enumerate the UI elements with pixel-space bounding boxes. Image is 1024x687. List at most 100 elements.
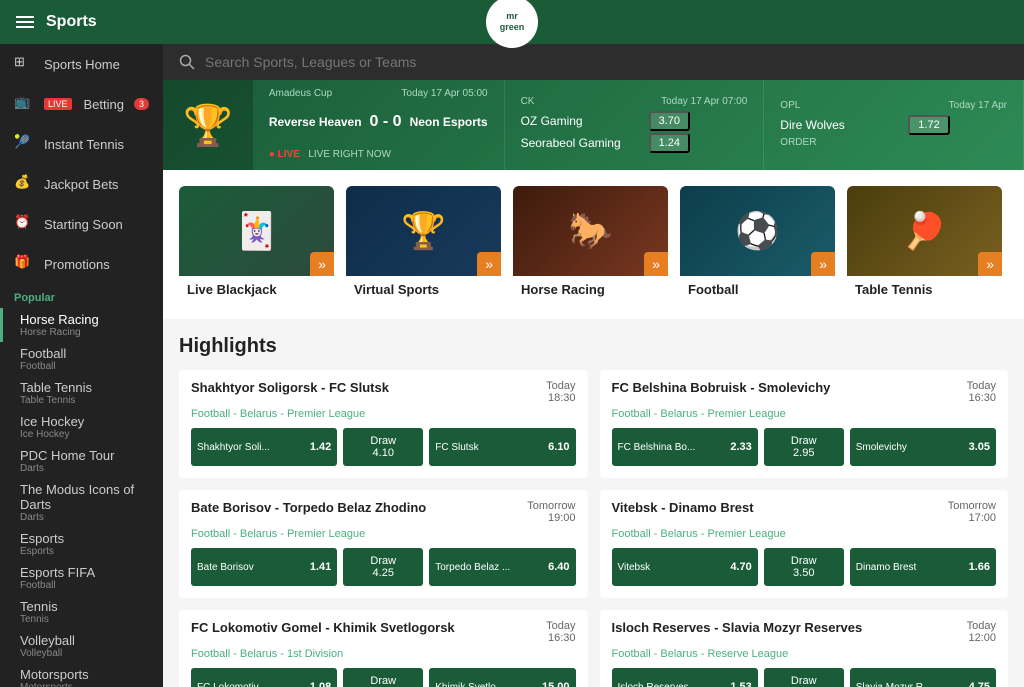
match-league: Football - Belarus - Reserve League: [600, 648, 1009, 668]
match-time: Today12:00: [967, 620, 996, 644]
sidebar-item-football[interactable]: Football Football: [0, 342, 163, 376]
match-odds: Vitebsk 4.70 Draw 3.50 Dinamo Brest 1.66: [600, 548, 1009, 598]
match-card-m5: FC Lokomotiv Gomel - Khimik Svetlogorsk …: [179, 610, 588, 687]
team1-odd: 2.33: [730, 441, 751, 453]
odds-team1[interactable]: FC Belshina Bo... 2.33: [612, 428, 758, 466]
odds-team2[interactable]: Smolevichy 3.05: [850, 428, 996, 466]
odds-team1[interactable]: Isloch Reserves 1.53: [612, 668, 758, 687]
team1-name: Bate Borisov: [197, 562, 254, 573]
team2b: Seorabeol Gaming: [521, 136, 641, 150]
football-sublabel: Football: [20, 361, 149, 372]
odds-team2[interactable]: FC Slutsk 6.10: [429, 428, 575, 466]
sidebar-item-esports[interactable]: Esports Esports: [0, 527, 163, 561]
odds-team2[interactable]: Slavia Mozyr R... 4.75: [850, 668, 996, 687]
odds-draw[interactable]: Draw 2.95: [764, 428, 844, 466]
sidebar-item-starting-soon[interactable]: ⏰ Starting Soon: [0, 204, 163, 244]
odds-team1[interactable]: Shakhtyor Soli... 1.42: [191, 428, 337, 466]
odd-team2a[interactable]: 3.70: [649, 111, 690, 131]
odd-team3a[interactable]: 1.72: [908, 115, 949, 135]
draw-label: Draw: [370, 675, 396, 687]
sidebar-item-tennis[interactable]: Tennis Tennis: [0, 595, 163, 629]
team1-name: Shakhtyor Soli...: [197, 442, 270, 453]
sidebar-item-modus-icons[interactable]: The Modus Icons of Darts Darts: [0, 478, 163, 527]
sidebar-item-jackpot-bets[interactable]: 💰 Jackpot Bets: [0, 164, 163, 204]
card-football[interactable]: ⚽ » Football: [680, 186, 835, 303]
table-tennis-label: Table Tennis: [20, 380, 149, 395]
right-now-label: LIVE RIGHT NOW: [308, 149, 391, 160]
live-badge: LIVE: [44, 98, 72, 110]
starting-soon-icon: ⏰: [14, 214, 34, 234]
ice-hockey-sublabel: Ice Hockey: [20, 429, 149, 440]
odds-team2[interactable]: Torpedo Belaz ... 6.40: [429, 548, 575, 586]
odds-draw[interactable]: Draw 4.25: [343, 548, 423, 586]
sidebar-item-esports-fifa[interactable]: Esports FIFA Football: [0, 561, 163, 595]
draw-label: Draw: [370, 555, 396, 567]
match-odds: Bate Borisov 1.41 Draw 4.25 Torpedo Bela…: [179, 548, 588, 598]
odds-team2[interactable]: Dinamo Brest 1.66: [850, 548, 996, 586]
sidebar-label-promotions: Promotions: [44, 257, 110, 272]
sidebar-item-promotions[interactable]: 🎁 Promotions: [0, 244, 163, 284]
sports-home-icon: ⊞: [14, 54, 34, 74]
card-table-tennis[interactable]: 🏓 » Table Tennis: [847, 186, 1002, 303]
odds-team1[interactable]: FC Lokomotiv ... 1.08: [191, 668, 337, 687]
football-label: Football: [20, 346, 149, 361]
match-block-2: CK Today 17 Apr 07:00 OZ Gaming 3.70 Seo…: [505, 80, 765, 170]
horse-racing-label: Horse Racing: [20, 312, 149, 327]
draw-odd: 2.95: [793, 447, 814, 459]
team1a: Reverse Heaven: [269, 115, 362, 129]
sidebar-item-motorsports[interactable]: Motorsports Motorsports: [0, 663, 163, 687]
live-banner: 🏆 Amadeus Cup Today 17 Apr 05:00 Reverse…: [163, 80, 1024, 170]
sidebar-item-horse-racing[interactable]: Horse Racing Horse Racing: [0, 308, 163, 342]
match-card-header: Bate Borisov - Torpedo Belaz Zhodino Tom…: [179, 490, 588, 528]
header-title: Sports: [46, 13, 97, 31]
team2-name: Torpedo Belaz ...: [435, 562, 510, 573]
logo-box: mrgreen: [486, 0, 538, 48]
odds-draw[interactable]: Draw 10.00: [343, 668, 423, 687]
tennis-arrow: »: [978, 252, 1002, 276]
odds-team2[interactable]: Khimik Svetlo... 15.00: [429, 668, 575, 687]
sidebar-item-pdc-home-tour[interactable]: PDC Home Tour Darts: [0, 444, 163, 478]
sidebar-item-ice-hockey[interactable]: Ice Hockey Ice Hockey: [0, 410, 163, 444]
football-cat-label: Football: [680, 276, 835, 303]
draw-label: Draw: [791, 555, 817, 567]
team1-name: FC Belshina Bo...: [618, 442, 696, 453]
card-virtual-sports[interactable]: 🏆 » Virtual Sports: [346, 186, 501, 303]
card-horse-racing[interactable]: 🐎 » Horse Racing: [513, 186, 668, 303]
odds-draw[interactable]: Draw 4.10: [343, 428, 423, 466]
search-input[interactable]: [205, 54, 1008, 70]
logo-container: mrgreen: [486, 0, 538, 48]
hamburger-icon[interactable]: [16, 13, 34, 31]
card-live-blackjack[interactable]: 🃏 » Live Blackjack: [179, 186, 334, 303]
team1-odd: 4.70: [730, 561, 751, 573]
team2a: OZ Gaming: [521, 114, 641, 128]
logo-text: mrgreen: [500, 11, 525, 33]
odds-draw[interactable]: Draw 3.50: [764, 548, 844, 586]
blackjack-arrow: »: [310, 252, 334, 276]
virtual-label: Virtual Sports: [346, 276, 501, 303]
sidebar-item-sports-home[interactable]: ⊞ Sports Home: [0, 44, 163, 84]
draw-label: Draw: [791, 435, 817, 447]
team2-name: Dinamo Brest: [856, 562, 917, 573]
odds-team1[interactable]: Bate Borisov 1.41: [191, 548, 337, 586]
horse-racing-sublabel: Horse Racing: [20, 327, 149, 338]
table-tennis-sublabel: Table Tennis: [20, 395, 149, 406]
sidebar-item-volleyball[interactable]: Volleyball Volleyball: [0, 629, 163, 663]
jackpot-icon: 💰: [14, 174, 34, 194]
match-time: Today16:30: [967, 380, 996, 404]
match-block-3: OPL Today 17 Apr Dire Wolves 1.72 ORDER: [764, 80, 1024, 170]
category-section: 🃏 » Live Blackjack 🏆 » Virtual Sports 🐎 …: [163, 170, 1024, 319]
team1-odd: 1.08: [310, 681, 331, 687]
match-card-m4: Vitebsk - Dinamo Brest Tomorrow17:00 Foo…: [600, 490, 1009, 598]
sidebar-item-instant-tennis[interactable]: 🎾 Instant Tennis: [0, 124, 163, 164]
sidebar-item-live-betting[interactable]: 📺 LIVE Betting 3: [0, 84, 163, 124]
horse-racing-cat-label: Horse Racing: [513, 276, 668, 303]
pdc-label: PDC Home Tour: [20, 448, 149, 463]
match-title: Isloch Reserves - Slavia Mozyr Reserves: [612, 620, 863, 635]
match-card-m3: Bate Borisov - Torpedo Belaz Zhodino Tom…: [179, 490, 588, 598]
sidebar-label-sports-home: Sports Home: [44, 57, 120, 72]
sidebar-item-table-tennis[interactable]: Table Tennis Table Tennis: [0, 376, 163, 410]
odd-team2b[interactable]: 1.24: [649, 133, 690, 153]
odds-draw[interactable]: Draw 4.50: [764, 668, 844, 687]
esports-sublabel: Esports: [20, 546, 149, 557]
odds-team1[interactable]: Vitebsk 4.70: [612, 548, 758, 586]
